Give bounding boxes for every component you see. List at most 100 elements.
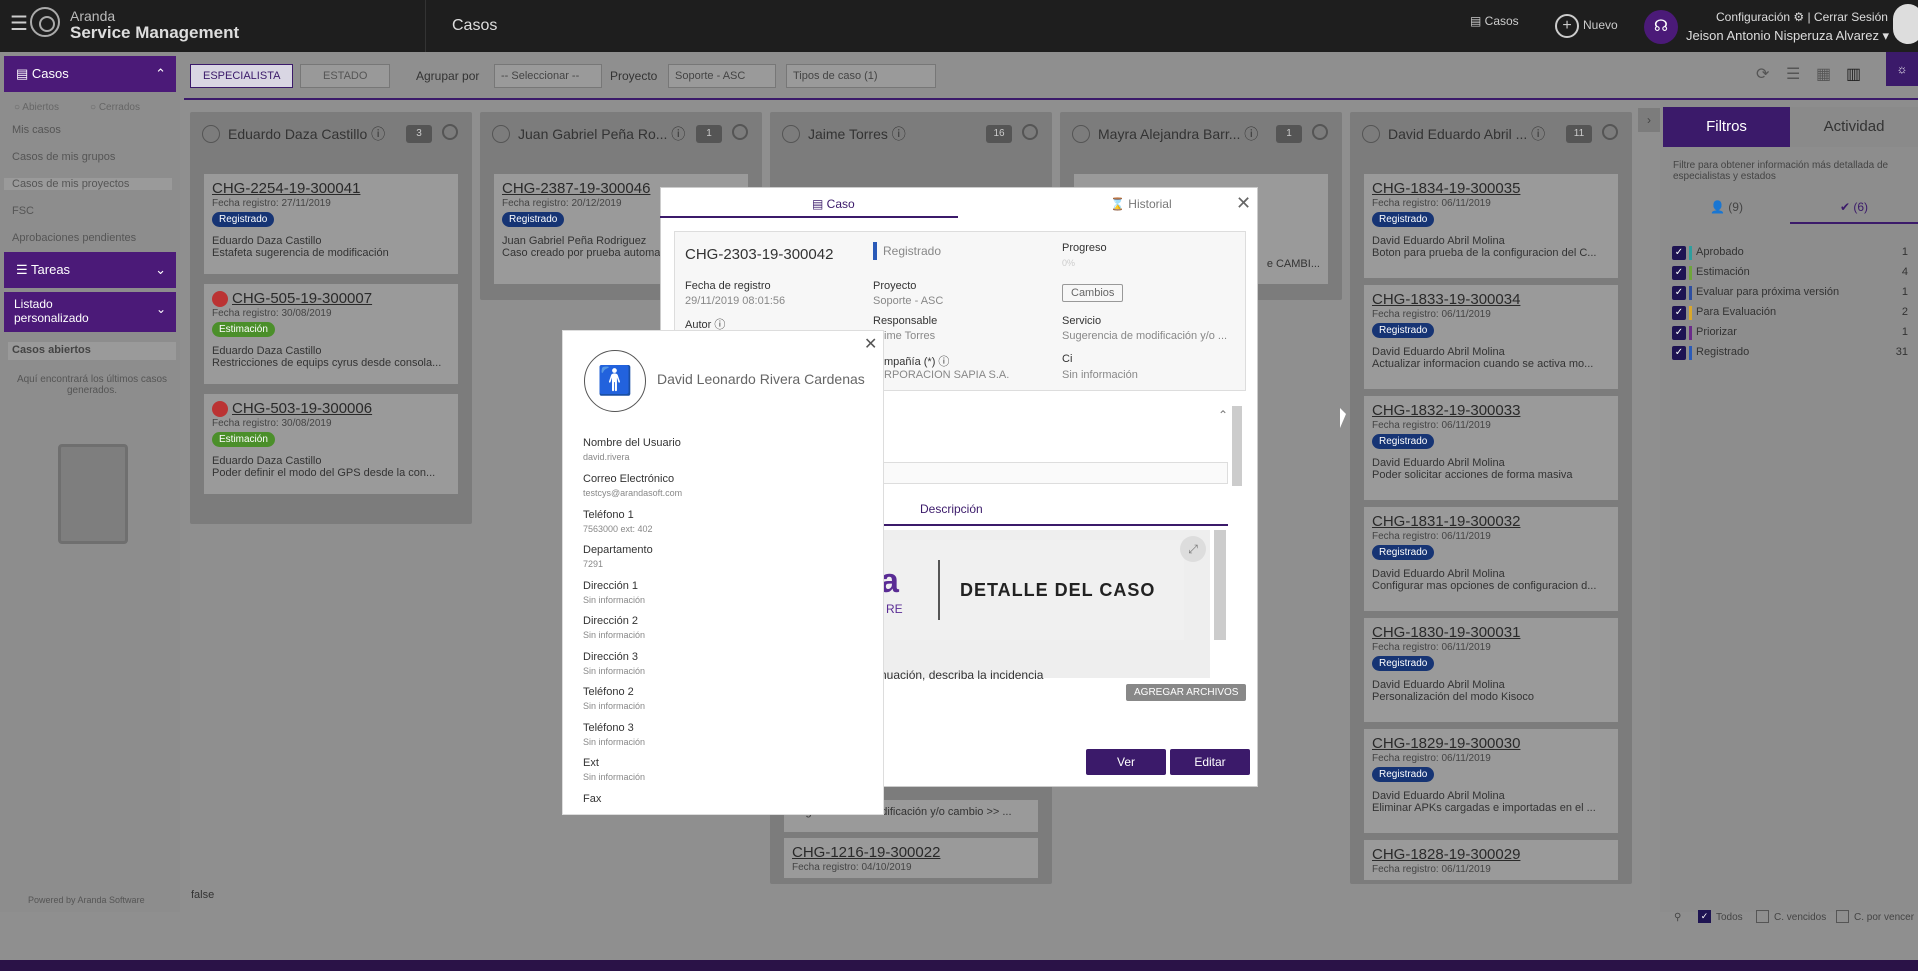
card[interactable]: CHG-1830-19-300031 Fecha registro: 06/11… [1364,618,1618,722]
card-id[interactable]: CHG-1829-19-300030 [1372,735,1610,752]
tipos-caso-select[interactable]: Tipos de caso (1) [786,64,936,88]
filter-count: 4 [1901,266,1908,278]
tab-caso[interactable]: ▤ Caso [812,197,855,211]
card[interactable]: CHG-503-19-300006 Fecha registro: 30/08/… [204,394,458,494]
tab-states[interactable]: ✔ (6) [1840,200,1868,214]
right-panel-footer: ⚲ ✓ Todos C. vencidos C. por vencer [1660,906,1918,928]
chevron-up-icon[interactable]: ⌃ [1218,408,1228,422]
filter-registrado[interactable]: ✓ Registrado 31 [1672,344,1908,362]
tab-filtros[interactable]: Filtros [1663,107,1790,147]
cambios-button[interactable]: Cambios [1062,284,1124,302]
tab-people[interactable]: 👤 (9) [1710,200,1743,214]
search-icon[interactable] [732,124,748,140]
checkbox[interactable]: ✓ [1672,266,1686,280]
card-id[interactable]: CHG-1832-19-300033 [1372,402,1610,419]
config-logout-link[interactable]: Configuración ⚙ | Cerrar Sesión [1716,10,1888,24]
search-icon[interactable] [1602,124,1618,140]
agrupar-select[interactable]: -- Seleccionar -- [494,64,602,88]
card[interactable]: CHG-1833-19-300034 Fecha registro: 06/11… [1364,285,1618,389]
checkbox[interactable]: ✓ [1672,306,1686,320]
sidebar-item-casos-proyectos[interactable]: Casos de mis proyectos [4,178,172,190]
checkbox[interactable]: ✓ [1672,346,1686,360]
refresh-icon[interactable]: ⟳ [1756,64,1778,86]
card-id[interactable]: CHG-1216-19-300022 [792,844,1030,861]
filter-estimacion[interactable]: ✓ Estimación 4 [1672,264,1908,282]
editor-scrollbar[interactable] [1214,530,1226,640]
filter-priorizar[interactable]: ✓ Priorizar 1 [1672,324,1908,342]
filter-evaluar[interactable]: ✓ Evaluar para próxima versión 1 [1672,284,1908,302]
grid-view-icon[interactable]: ▦ [1816,64,1838,86]
filter-icon[interactable]: ⚲ [1674,912,1681,923]
checkbox[interactable]: ✓ [1672,246,1686,260]
description-text: nuación, describa la incidencia [880,668,1044,682]
list-view-icon[interactable]: ☰ [1786,64,1808,86]
menu-icon[interactable]: ☰ [10,14,30,34]
powered-by: Powered by Aranda Software [28,895,145,905]
card[interactable]: CHG-1832-19-300033 Fecha registro: 06/11… [1364,396,1618,500]
sidebar-item-aprobaciones[interactable]: Aprobaciones pendientes [12,232,136,244]
sidebar-item-mis-casos[interactable]: Mis casos [12,124,61,136]
close-icon[interactable]: ✕ [1236,193,1251,214]
card-id[interactable]: CHG-1833-19-300034 [1372,291,1610,308]
radio-cerrados[interactable]: ○ Cerrados [90,102,140,113]
close-icon[interactable]: ✕ [864,334,877,354]
side-toggle-icon[interactable]: ☼ [1886,52,1918,86]
topbar-nuevo-button[interactable]: + Nuevo [1555,14,1618,38]
field-value: david.rivera [583,452,630,462]
card[interactable]: CHG-505-19-300007 Fecha registro: 30/08/… [204,284,458,384]
todos-checkbox[interactable]: ✓ [1698,910,1711,923]
tab-historial[interactable]: ⌛ Historial [1110,197,1172,211]
headset-icon[interactable]: ☊ [1644,10,1678,44]
filter-para-evaluacion[interactable]: ✓ Para Evaluación 2 [1672,304,1908,322]
card[interactable]: CHG-1828-19-300029 Fecha registro: 06/11… [1364,840,1618,880]
sidebar-casos-header[interactable]: ▤ Casos ⌃ [4,56,176,92]
agregar-archivos-button[interactable]: AGREGAR ARCHIVOS [1126,684,1247,701]
expand-icon[interactable]: ⤢ [1180,536,1206,562]
card[interactable]: CHG-1831-19-300032 Fecha registro: 06/11… [1364,507,1618,611]
board-view-icon[interactable]: ▥ [1846,64,1868,86]
sidebar-tareas-header[interactable]: ☰ Tareas ⌄ [4,252,176,288]
search-icon[interactable] [442,124,458,140]
card[interactable]: CHG-1834-19-300035 Fecha registro: 06/11… [1364,174,1618,278]
user-avatar[interactable] [1893,4,1918,44]
card-id[interactable]: CHG-2254-19-300041 [212,180,450,197]
subject-input[interactable] [880,462,1228,484]
radio-abiertos[interactable]: ○ Abiertos [14,102,59,113]
sidebar-listado-header[interactable]: Listado personalizado ⌄ [4,292,176,332]
card[interactable]: CHG-1216-19-300022 Fecha registro: 04/10… [784,838,1038,878]
search-icon[interactable] [1312,124,1328,140]
topbar-casos-button[interactable]: ▤ Casos [1470,14,1519,28]
user-menu[interactable]: Jeison Antonio Nisperuza Alvarez ▾ [1686,28,1889,44]
user-icon [782,125,800,143]
ver-button[interactable]: Ver [1086,749,1166,775]
card[interactable]: CHG-2254-19-300041 Fecha registro: 27/11… [204,174,458,274]
proyecto-select[interactable]: Soporte - ASC [668,64,776,88]
chevron-right-icon[interactable]: › [1638,108,1660,132]
especialista-button[interactable]: ESPECIALISTA [190,64,294,88]
card-id[interactable]: CHG-503-19-300006 [232,400,372,417]
card-id[interactable]: CHG-1834-19-300035 [1372,180,1610,197]
search-icon[interactable] [1022,124,1038,140]
card-id[interactable]: CHG-1831-19-300032 [1372,513,1610,530]
info-icon[interactable]: ⓘ [938,356,949,368]
checkbox[interactable]: ✓ [1672,286,1686,300]
servicio-value: Sugerencia de modificación y/o ... [1062,330,1228,342]
card-date: Fecha registro: 06/11/2019 [1372,309,1491,320]
modal-scrollbar[interactable] [1232,406,1242,486]
estado-button[interactable]: ESTADO [300,64,391,88]
card[interactable]: CHG-1829-19-300030 Fecha registro: 06/11… [1364,729,1618,833]
checkbox[interactable]: ✓ [1672,326,1686,340]
sidebar-item-fsc[interactable]: FSC [12,205,34,217]
tab-actividad[interactable]: Actividad [1790,107,1918,147]
field-label: Dirección 3 [583,651,639,663]
vencidos-checkbox[interactable] [1756,910,1769,923]
editar-button[interactable]: Editar [1170,749,1250,775]
card-id[interactable]: CHG-1830-19-300031 [1372,624,1610,641]
por-vencer-checkbox[interactable] [1836,910,1849,923]
filter-aprobado[interactable]: ✓ Aprobado 1 [1672,244,1908,262]
filter-label: Priorizar [1696,326,1737,338]
card-id[interactable]: CHG-505-19-300007 [232,290,372,307]
tab-descripcion[interactable]: Descripción [920,502,983,516]
sidebar-item-casos-grupos[interactable]: Casos de mis grupos [12,151,115,163]
card-id[interactable]: CHG-1828-19-300029 [1372,846,1610,863]
